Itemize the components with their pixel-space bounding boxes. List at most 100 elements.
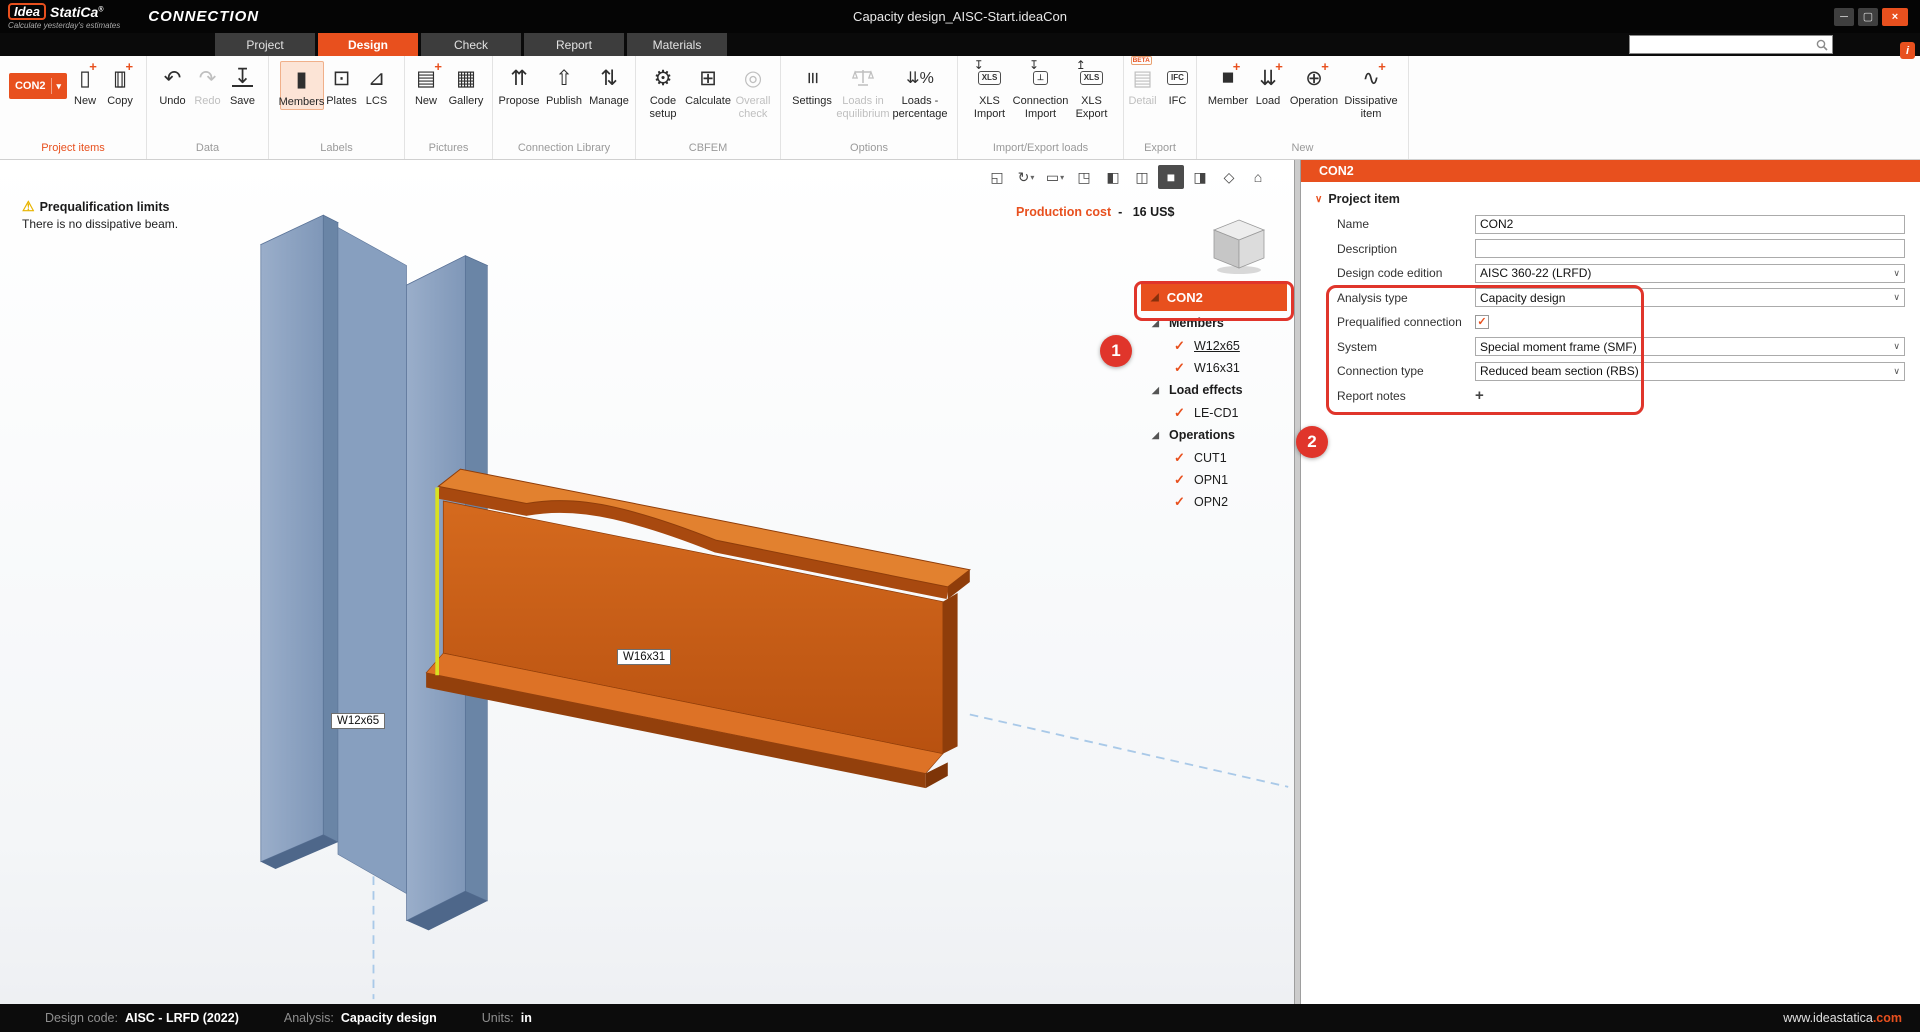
- new-member-button[interactable]: ■+ Member: [1206, 61, 1250, 108]
- copy-project-item-button[interactable]: ▯▯+ Copy: [103, 61, 137, 108]
- fit-view-button[interactable]: ◱: [984, 165, 1010, 189]
- tab-materials[interactable]: Materials: [627, 33, 727, 56]
- xls-import-button[interactable]: ↧XLS XLS Import: [968, 61, 1012, 120]
- save-button[interactable]: ↧ Save: [226, 61, 260, 108]
- tree-group-members[interactable]: ◢ Members: [1152, 312, 1298, 334]
- connection-type-select[interactable]: Reduced beam section (RBS) ∨: [1475, 362, 1905, 381]
- annotation-badge-1: 1: [1100, 335, 1132, 367]
- load-arrows-icon: ⇊+: [1259, 62, 1277, 94]
- project-item-selector[interactable]: CON2 ▾: [9, 73, 67, 99]
- overall-check-button[interactable]: ◎ Overall check: [731, 61, 775, 120]
- members-labels-toggle[interactable]: ▮ Members: [280, 61, 324, 110]
- manage-button[interactable]: ⇅ Manage: [587, 61, 631, 108]
- design-code-select[interactable]: AISC 360-22 (LRFD) ∨: [1475, 264, 1905, 283]
- rotate-view-button[interactable]: ↻▾: [1013, 165, 1039, 189]
- view-section-button[interactable]: ◇: [1216, 165, 1242, 189]
- tree-item-opn1[interactable]: ✓ OPN1: [1152, 469, 1298, 491]
- chevron-down-icon: ∨: [1893, 366, 1900, 377]
- viewport-3d[interactable]: ⚠Prequalification limits There is no dis…: [0, 160, 1298, 1004]
- save-icon: ↧: [232, 62, 254, 94]
- propose-button[interactable]: ⇈ Propose: [497, 61, 541, 108]
- xls-export-button[interactable]: ↥XLS XLS Export: [1070, 61, 1114, 120]
- tab-project[interactable]: Project: [215, 33, 315, 56]
- undo-button[interactable]: ↶ Undo: [156, 61, 190, 108]
- minimize-button[interactable]: ─: [1834, 8, 1854, 26]
- gallery-button[interactable]: ▦ Gallery: [444, 61, 488, 108]
- settings-button[interactable]: ≡ Settings: [790, 61, 834, 108]
- tree-item-opn2[interactable]: ✓ OPN2: [1152, 491, 1298, 513]
- manage-icon: ⇅: [600, 62, 618, 94]
- loads-in-equilibrium-button[interactable]: Loads in equilibrium: [835, 61, 891, 120]
- section-project-item[interactable]: ∨ Project item: [1301, 186, 1920, 212]
- chevron-down-icon: ∨: [1315, 194, 1322, 205]
- beam-label[interactable]: W16x31: [617, 649, 671, 665]
- calculate-button[interactable]: ⊞ Calculate: [686, 61, 730, 108]
- properties-panel: CON2 ∨ Project item Name Description Des…: [1301, 160, 1920, 1004]
- chevron-down-icon: ▾: [57, 81, 62, 92]
- redo-button[interactable]: ↷ Redo: [191, 61, 225, 108]
- close-button[interactable]: ×: [1882, 8, 1908, 26]
- check-icon: ✓: [1174, 450, 1187, 466]
- ribbon-group-connection-library: ⇈ Propose ⇧ Publish ⇅ Manage Connection …: [493, 56, 636, 159]
- loads-percentage-button[interactable]: ⇊% Loads - percentage: [892, 61, 948, 120]
- tree-item-le-cd1[interactable]: ✓ LE-CD1: [1152, 402, 1298, 424]
- new-load-button[interactable]: ⇊+ Load: [1251, 61, 1285, 108]
- ifc-icon: IFC: [1167, 62, 1188, 94]
- field-report-notes: Report notes +: [1301, 384, 1920, 409]
- tree-group-load-effects[interactable]: ◢ Load effects: [1152, 379, 1298, 401]
- tab-design[interactable]: Design: [318, 33, 418, 56]
- members-icon: ▮: [296, 63, 308, 95]
- tree-item-w16x31[interactable]: ✓ W16x31: [1152, 357, 1298, 379]
- name-input[interactable]: [1475, 215, 1905, 234]
- prequalification-warning: ⚠Prequalification limits There is no dis…: [22, 198, 178, 231]
- tree-item-w12x65[interactable]: ✓ W12x65: [1152, 334, 1298, 356]
- column-label[interactable]: W12x65: [331, 713, 385, 729]
- tab-report[interactable]: Report: [524, 33, 624, 56]
- tree-item-con2[interactable]: ◢ CON2: [1141, 284, 1287, 311]
- prequalified-checkbox[interactable]: ✓: [1475, 315, 1489, 329]
- lcs-toggle[interactable]: ⊿ LCS: [360, 61, 394, 108]
- new-dissipative-item-button[interactable]: ∿+ Dissipative item: [1343, 61, 1399, 120]
- view-wireframe-button[interactable]: ◳: [1071, 165, 1097, 189]
- beam-w16x31[interactable]: [426, 469, 970, 788]
- operation-icon: ⊕+: [1305, 62, 1323, 94]
- field-name: Name: [1301, 212, 1920, 237]
- system-select[interactable]: Special moment frame (SMF) ∨: [1475, 337, 1905, 356]
- report-notes-add-button[interactable]: +: [1475, 387, 1484, 404]
- new-operation-button[interactable]: ⊕+ Operation: [1286, 61, 1342, 108]
- tree-item-cut1[interactable]: ✓ CUT1: [1152, 446, 1298, 468]
- description-input[interactable]: [1475, 239, 1905, 258]
- new-project-item-button[interactable]: ▯+ New: [68, 61, 102, 108]
- new-picture-button[interactable]: ▤+ New: [409, 61, 443, 108]
- ifc-export-button[interactable]: IFC IFC: [1161, 61, 1195, 108]
- logo-idea-badge: Idea: [8, 3, 46, 20]
- propose-icon: ⇈: [510, 62, 528, 94]
- warning-icon: ⚠: [22, 198, 35, 215]
- analysis-type-select[interactable]: Capacity design ∨: [1475, 288, 1905, 307]
- navigation-cube[interactable]: [1206, 212, 1272, 278]
- publish-button[interactable]: ⇧ Publish: [542, 61, 586, 108]
- tab-check[interactable]: Check: [421, 33, 521, 56]
- plates-labels-toggle[interactable]: ⊡ Plates: [325, 61, 359, 108]
- tree-group-operations[interactable]: ◢ Operations: [1152, 424, 1298, 446]
- scene-tree: ◢ Members ✓ W12x65 ✓ W16x31 ◢ Load effec…: [1152, 312, 1298, 514]
- panel-splitter[interactable]: [1294, 160, 1301, 1004]
- home-view-button[interactable]: ⌂: [1245, 165, 1271, 189]
- website-link[interactable]: www.ideastatica.com: [1783, 1011, 1902, 1025]
- connection-import-button[interactable]: ↧⊥ Connection Import: [1013, 61, 1069, 120]
- field-analysis-type: Analysis type Capacity design ∨: [1301, 286, 1920, 311]
- chevron-down-icon: ∨: [1893, 341, 1900, 352]
- code-setup-button[interactable]: ⚙ Code setup: [641, 61, 685, 120]
- status-analysis: Analysis: Capacity design: [284, 1011, 437, 1025]
- view-right-button[interactable]: ◨: [1187, 165, 1213, 189]
- detail-export-button[interactable]: BETA▤ Detail: [1126, 61, 1160, 108]
- maximize-button[interactable]: ▢: [1858, 8, 1878, 26]
- info-button[interactable]: i: [1900, 42, 1915, 59]
- expander-icon: ◢: [1152, 385, 1162, 396]
- search-input[interactable]: [1630, 37, 1815, 52]
- view-left-button[interactable]: ◧: [1100, 165, 1126, 189]
- view-solid-button[interactable]: ■: [1158, 165, 1184, 189]
- rect-select-button[interactable]: ▭▾: [1042, 165, 1068, 189]
- search-box[interactable]: [1629, 35, 1833, 54]
- view-front-button[interactable]: ◫: [1129, 165, 1155, 189]
